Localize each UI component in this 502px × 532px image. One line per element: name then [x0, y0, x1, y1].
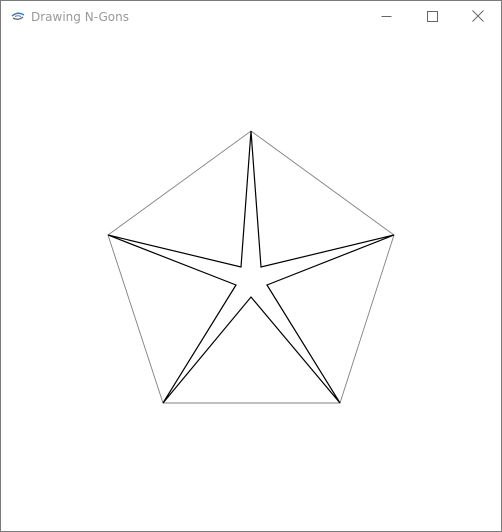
- drawing-canvas: [107, 130, 395, 404]
- drawing-area: [1, 32, 501, 531]
- close-icon: [472, 10, 484, 22]
- maximize-button[interactable]: [409, 1, 455, 31]
- star-shape: [107, 130, 395, 404]
- window-title: Drawing N-Gons: [31, 10, 129, 24]
- close-button[interactable]: [455, 1, 501, 31]
- app-window: Drawing N-Gons: [0, 0, 502, 532]
- minimize-button[interactable]: [363, 1, 409, 31]
- title-bar[interactable]: Drawing N-Gons: [1, 1, 501, 32]
- java-coffee-cup-icon: [10, 9, 26, 23]
- maximize-icon: [426, 10, 438, 22]
- minimize-icon: [381, 11, 392, 22]
